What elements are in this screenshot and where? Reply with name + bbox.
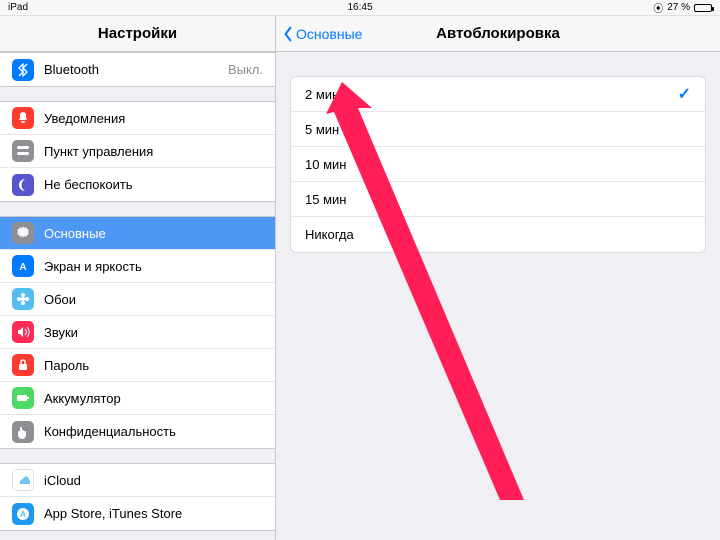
settings-sidebar: Настройки Bluetooth Выкл. Уведомления Пу… [0, 16, 276, 540]
row-label: Пароль [44, 358, 89, 373]
device-label: iPad [8, 2, 28, 13]
row-label: Не беспокоить [44, 177, 133, 192]
appstore-icon: A [12, 503, 34, 525]
row-label: Обои [44, 292, 76, 307]
row-value: Выкл. [228, 62, 263, 77]
bluetooth-icon [12, 59, 34, 81]
autolock-options: 2 мин ✓ 5 мин 10 мин 15 мин Никогда [290, 76, 706, 253]
sidebar-item-hand[interactable]: Конфиденциальность [0, 415, 275, 448]
checkmark-icon: ✓ [678, 84, 691, 104]
sidebar-item-speaker[interactable]: Звуки [0, 316, 275, 349]
autolock-option-2[interactable]: 10 мин [291, 147, 705, 182]
sidebar-item-gear[interactable]: Основные [0, 217, 275, 250]
sidebar-item-battery[interactable]: Аккумулятор [0, 382, 275, 415]
autolock-option-3[interactable]: 15 мин [291, 182, 705, 217]
detail-header: Основные Автоблокировка [276, 16, 720, 52]
moon-icon [12, 174, 34, 196]
autolock-option-4[interactable]: Никогда [291, 217, 705, 252]
row-label: Аккумулятор [44, 391, 121, 406]
autolock-option-1[interactable]: 5 мин [291, 112, 705, 147]
cloud-icon [12, 469, 34, 491]
row-label: Уведомления [44, 111, 125, 126]
row-label: Пункт управления [44, 144, 153, 159]
back-button[interactable]: Основные [282, 26, 362, 42]
row-label: iCloud [44, 473, 81, 488]
row-label: Конфиденциальность [44, 424, 176, 439]
row-label: App Store, iTunes Store [44, 506, 182, 521]
back-label: Основные [296, 26, 362, 42]
clock: 16:45 [347, 2, 372, 13]
sidebar-header: Настройки [0, 16, 275, 52]
option-label: 5 мин [305, 122, 339, 137]
bell-icon [12, 107, 34, 129]
chevron-left-icon [282, 26, 294, 42]
sidebar-title: Настройки [98, 25, 177, 42]
svg-text:A: A [20, 510, 26, 519]
sidebar-item-lock[interactable]: Пароль [0, 349, 275, 382]
sidebar-item-switches[interactable]: Пункт управления [0, 135, 275, 168]
autolock-option-0[interactable]: 2 мин ✓ [291, 77, 705, 112]
battery-pct: 27 % [667, 2, 690, 13]
sidebar-item-flower[interactable]: Обои [0, 283, 275, 316]
sidebar-item-cloud[interactable]: iCloud [0, 464, 275, 497]
row-label: Основные [44, 226, 106, 241]
battery-icon [12, 387, 34, 409]
speaker-icon [12, 321, 34, 343]
hand-icon [12, 421, 34, 443]
detail-title: Автоблокировка [436, 25, 560, 42]
sidebar-item-appstore[interactable]: A App Store, iTunes Store [0, 497, 275, 530]
aa-icon: A [12, 255, 34, 277]
sidebar-item-bluetooth[interactable]: Bluetooth Выкл. [0, 53, 275, 86]
sidebar-item-aa[interactable]: A Экран и яркость [0, 250, 275, 283]
option-label: 2 мин [305, 87, 339, 102]
option-label: Никогда [305, 227, 354, 242]
detail-pane: Основные Автоблокировка 2 мин ✓ 5 мин 10… [276, 16, 720, 540]
sidebar-item-moon[interactable]: Не беспокоить [0, 168, 275, 201]
battery-icon [694, 4, 712, 12]
row-label: Экран и яркость [44, 259, 142, 274]
gear-icon [12, 222, 34, 244]
status-right: ⦿ 27 % [653, 0, 712, 15]
flower-icon [12, 288, 34, 310]
row-label: Звуки [44, 325, 78, 340]
svg-text:A: A [19, 262, 26, 273]
switches-icon [12, 140, 34, 162]
lock-icon [12, 354, 34, 376]
option-label: 10 мин [305, 157, 346, 172]
row-label: Bluetooth [44, 62, 99, 77]
option-label: 15 мин [305, 192, 346, 207]
sidebar-item-bell[interactable]: Уведомления [0, 102, 275, 135]
status-bar: iPad 16:45 ⦿ 27 % [0, 0, 720, 16]
